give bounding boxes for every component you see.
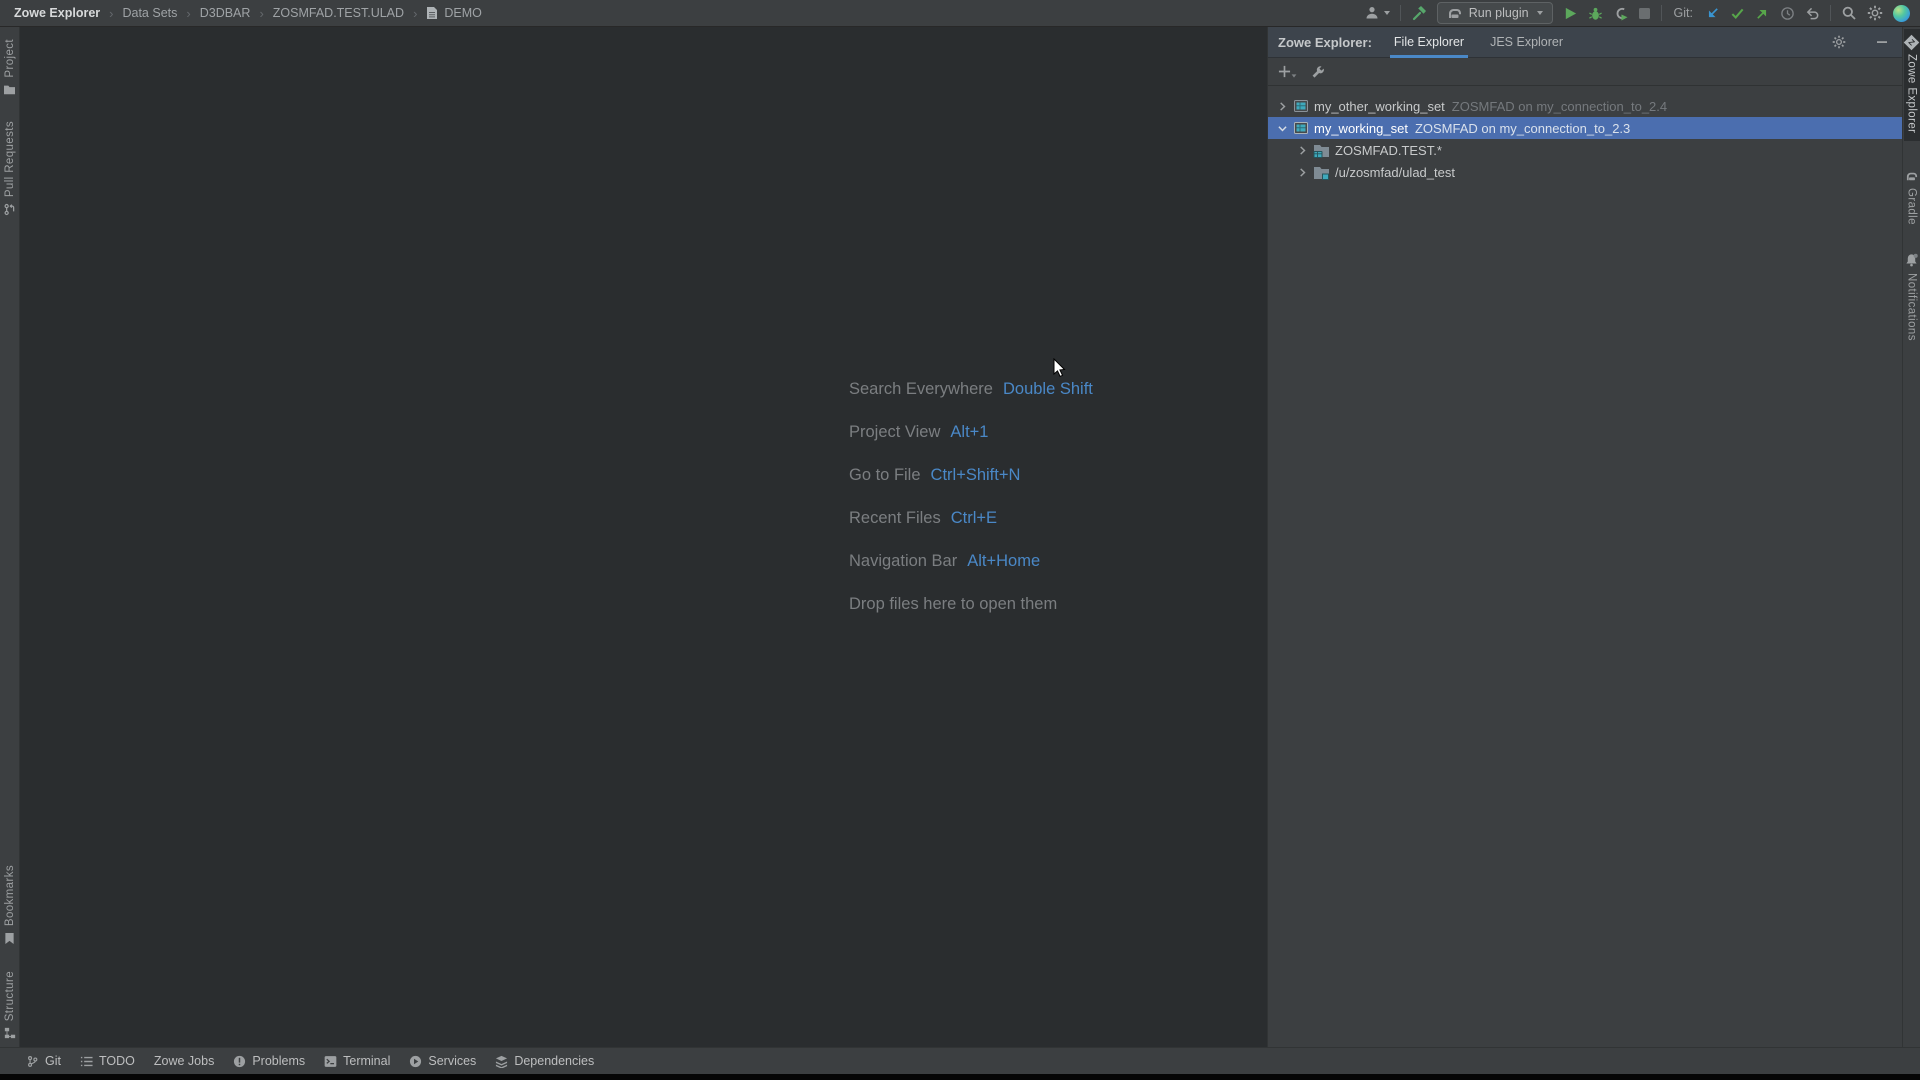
file-explorer-tree: my_other_working_set ZOSMFAD on my_conne… [1268,86,1902,183]
gradle-elephant-icon [1448,8,1461,18]
todo-list-icon [80,1055,93,1068]
gear-icon[interactable] [1826,35,1852,49]
sidebar-item-bookmarks[interactable]: Bookmarks [4,865,16,945]
breadcrumb-item-dataset[interactable]: ZOSMFAD.TEST.ULAD [273,6,404,20]
right-tool-window-stripe: Z Zowe Explorer Gradle Notifications [1902,27,1920,1047]
statusbar-item-git[interactable]: Git [26,1054,61,1068]
uss-folder-icon [1313,165,1330,180]
history-icon[interactable] [1780,6,1795,21]
git-update-icon[interactable] [1705,6,1720,21]
breadcrumb-separator: › [413,5,418,21]
git-push-icon[interactable] [1755,6,1770,21]
services-icon [409,1055,422,1068]
mouse-cursor [1053,358,1066,378]
chevron-right-icon[interactable] [1276,101,1288,111]
dependencies-icon [495,1055,508,1068]
tree-item-other-working-set[interactable]: my_other_working_set ZOSMFAD on my_conne… [1268,95,1902,117]
git-commit-icon[interactable] [1730,6,1745,21]
dataset-folder-icon [1313,143,1330,158]
chevron-down-icon[interactable] [1276,124,1288,133]
tab-file-explorer[interactable]: File Explorer [1389,27,1469,58]
shortcut-hint: Recent Files Ctrl+E [849,509,998,527]
pull-request-icon [3,203,16,216]
working-set-icon [1293,120,1309,136]
tree-item-working-set-selected[interactable]: my_working_set ZOSMFAD on my_connection_… [1268,117,1902,139]
run-configuration-button[interactable]: Run plugin [1436,2,1553,24]
sidebar-item-pull-requests[interactable]: Pull Requests [3,121,16,216]
git-branch-icon [26,1055,39,1068]
minimize-icon[interactable] [1870,36,1894,48]
toolbar-separator [1830,5,1831,21]
breadcrumb-separator: › [259,5,264,21]
statusbar-item-terminal[interactable]: Terminal [324,1054,390,1068]
avatar-sphere-icon[interactable] [1893,4,1910,22]
explorer-toolbar [1268,58,1902,86]
chevron-down-icon [1291,74,1297,78]
folder-icon [3,84,16,95]
search-icon[interactable] [1841,5,1857,21]
statusbar-item-zowe-jobs[interactable]: Zowe Jobs [154,1054,214,1068]
gradle-elephant-icon [1905,171,1919,182]
zowe-explorer-tool-window: Zowe Explorer: File Explorer JES Explore… [1267,27,1902,1047]
file-icon [426,6,438,20]
sidebar-item-project[interactable]: Project [3,39,16,95]
breadcrumb-item-root[interactable]: Zowe Explorer [14,6,100,20]
structure-icon [4,1027,16,1039]
chevron-down-icon [1383,11,1390,15]
run-button-label: Run plugin [1468,6,1529,20]
sidebar-item-zowe-explorer[interactable]: Z Zowe Explorer [1903,29,1920,142]
chevron-right-icon[interactable] [1296,145,1308,155]
chevron-down-icon [1536,11,1543,15]
main-toolbar: Run plugin Git: [1364,2,1920,24]
statusbar-item-todo[interactable]: TODO [80,1054,135,1068]
tool-window-title: Zowe Explorer: [1278,34,1372,50]
statusbar-item-problems[interactable]: Problems [233,1054,305,1068]
gear-icon[interactable] [1867,5,1883,21]
top-navigation-bar: Zowe Explorer › Data Sets › D3DBAR › ZOS… [0,0,1920,27]
sidebar-item-notifications[interactable]: Notifications [1905,253,1918,341]
drop-files-hint: Drop files here to open them [849,595,1058,613]
breadcrumb: Zowe Explorer › Data Sets › D3DBAR › ZOS… [0,6,482,21]
tree-item-uss-path[interactable]: /u/zosmfad/ulad_test [1268,161,1902,183]
coverage-icon[interactable] [1613,6,1628,21]
add-profile-button[interactable] [1278,65,1297,78]
build-hammer-icon[interactable] [1411,5,1427,21]
breadcrumb-separator: › [109,5,114,21]
problems-icon [233,1055,246,1068]
user-icon[interactable] [1364,5,1390,21]
git-toolbar-label: Git: [1673,6,1693,20]
terminal-icon [324,1055,337,1068]
statusbar-item-services[interactable]: Services [409,1054,476,1068]
bottom-tool-window-bar: Git TODO Zowe Jobs Problems Terminal Ser… [0,1047,1920,1074]
zowe-diamond-icon: Z [1903,34,1920,51]
breadcrumb-item-member[interactable]: DEMO [444,6,482,20]
shortcut-hint: Navigation Bar Alt+Home [849,552,1041,570]
toolbar-separator [1660,5,1662,21]
sidebar-item-gradle[interactable]: Gradle [1905,171,1919,225]
shortcut-hint: Project View Alt+1 [849,423,989,441]
empty-editor-shortcut-hints: Search Everywhere Double Shift Project V… [849,368,1093,626]
breadcrumb-item-datasets[interactable]: Data Sets [122,6,177,20]
toolbar-separator [1399,5,1401,21]
tab-jes-explorer[interactable]: JES Explorer [1486,27,1567,58]
statusbar-item-dependencies[interactable]: Dependencies [495,1054,594,1068]
bell-icon [1905,253,1918,267]
working-set-icon [1293,98,1309,114]
bookmark-icon [4,932,15,945]
chevron-right-icon[interactable] [1296,167,1308,177]
debug-icon[interactable] [1588,6,1603,21]
run-icon[interactable] [1563,6,1578,21]
shortcut-hint: Go to File Ctrl+Shift+N [849,466,1021,484]
tool-window-header: Zowe Explorer: File Explorer JES Explore… [1268,27,1902,58]
screen-bottom-strip [0,1074,1920,1080]
tree-item-dataset-mask[interactable]: ZOSMFAD.TEST.* [1268,139,1902,161]
stop-icon[interactable] [1638,7,1651,20]
rollback-icon[interactable] [1805,6,1820,21]
left-tool-window-stripe: Project Pull Requests Bookmarks Structur… [0,27,20,1047]
editor-empty-area: Search Everywhere Double Shift Project V… [21,28,1267,1047]
breadcrumb-separator: › [186,5,191,21]
breadcrumb-item-d3dbar[interactable]: D3DBAR [200,6,251,20]
sidebar-item-structure[interactable]: Structure [4,971,16,1039]
wrench-icon[interactable] [1311,65,1325,79]
